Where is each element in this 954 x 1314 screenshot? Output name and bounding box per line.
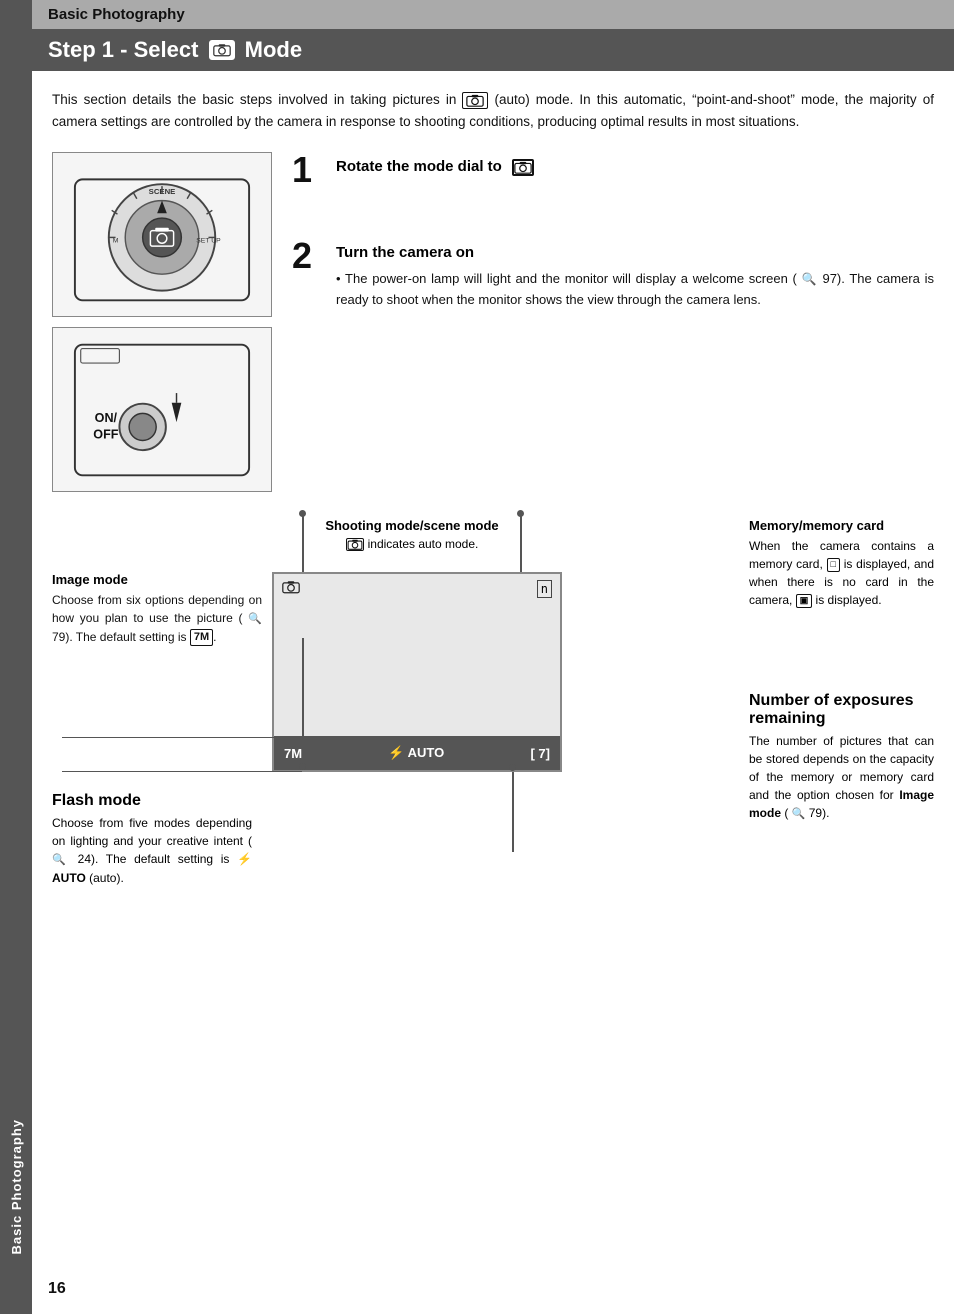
svg-text:SET UP: SET UP bbox=[196, 237, 221, 244]
steps-instructions: 1 Rotate the mode dial to bbox=[292, 152, 934, 492]
camera-screen: n 7M ⚡ AUTO [ 7] bbox=[272, 572, 562, 772]
shooting-mode-text: indicates auto mode. bbox=[312, 537, 512, 551]
connector-flash-h bbox=[62, 771, 302, 773]
exposures-text: The number of pictures that can be store… bbox=[749, 732, 934, 823]
step-header: Step 1 - Select Mode bbox=[32, 29, 954, 71]
steps-section: SCENE SET UP M bbox=[32, 152, 954, 492]
connector-image-mode-v bbox=[302, 638, 304, 738]
screen-exposures: [ 7] bbox=[530, 746, 550, 761]
step-1-content: Rotate the mode dial to bbox=[336, 152, 534, 184]
connector-exposures-v bbox=[512, 772, 514, 852]
image-mode-title: Image mode bbox=[52, 572, 262, 587]
diagram-section: Shooting mode/scene mode indicates auto … bbox=[32, 502, 954, 832]
step-2-number: 2 bbox=[292, 238, 322, 274]
screen-bottom-bar: 7M ⚡ AUTO [ 7] bbox=[274, 736, 560, 770]
step-1: 1 Rotate the mode dial to bbox=[292, 152, 934, 188]
screen-memory-icon: n bbox=[537, 580, 552, 598]
page-number: 16 bbox=[48, 1280, 66, 1298]
memory-card-title: Memory/memory card bbox=[749, 518, 934, 533]
exposures-annotation: Number of exposures remaining The number… bbox=[749, 692, 934, 823]
step-2-title: Turn the camera on bbox=[336, 244, 934, 261]
svg-text:OFF: OFF bbox=[93, 427, 118, 441]
intro-paragraph: This section details the basic steps inv… bbox=[32, 71, 954, 142]
svg-text:ON/: ON/ bbox=[95, 411, 118, 425]
screen-image-mode: 7M bbox=[284, 746, 302, 761]
exposures-title: Number of exposures remaining bbox=[749, 692, 934, 728]
connector-memory-card bbox=[520, 512, 522, 572]
power-switch-diagram: ON/ OFF bbox=[52, 327, 272, 492]
side-tab-label: Basic Photography bbox=[9, 1119, 24, 1254]
flash-mode-title: Flash mode bbox=[52, 792, 252, 810]
auto-mode-icon-intro bbox=[462, 92, 488, 108]
connector-shooting-mode bbox=[302, 512, 304, 572]
side-tab: Basic Photography bbox=[0, 0, 32, 1314]
diagram-with-connectors: Image mode Choose from six options depen… bbox=[52, 572, 934, 772]
section-title: Basic Photography bbox=[48, 6, 185, 23]
step-1-title: Rotate the mode dial to bbox=[336, 158, 534, 176]
screen-flash-mode: ⚡ AUTO bbox=[388, 745, 444, 761]
flash-mode-annotation: Flash mode Choose from five modes depend… bbox=[52, 792, 252, 887]
image-mode-annotation: Image mode Choose from six options depen… bbox=[52, 572, 262, 646]
steps-images: SCENE SET UP M bbox=[52, 152, 272, 492]
shooting-mode-title: Shooting mode/scene mode bbox=[312, 518, 512, 533]
main-content: Basic Photography Step 1 - Select Mode T… bbox=[32, 0, 954, 832]
camera-mode-icon-header bbox=[209, 40, 235, 60]
step-2: 2 Turn the camera on • The power-on lamp… bbox=[292, 238, 934, 311]
camera-mode-icon-step1 bbox=[512, 159, 534, 176]
section-header: Basic Photography bbox=[32, 0, 954, 29]
mode-dial-diagram: SCENE SET UP M bbox=[52, 152, 272, 317]
screen-camera-icon bbox=[282, 580, 300, 599]
step-2-bullet: • The power-on lamp will light and the m… bbox=[336, 269, 934, 311]
step-2-content: Turn the camera on • The power-on lamp w… bbox=[336, 238, 934, 311]
step-1-number: 1 bbox=[292, 152, 322, 188]
image-mode-text: Choose from six options depending on how… bbox=[52, 591, 262, 646]
shooting-mode-annotation: Shooting mode/scene mode indicates auto … bbox=[312, 518, 512, 551]
svg-text:M: M bbox=[113, 237, 119, 244]
camera-screen-container: n 7M ⚡ AUTO [ 7] bbox=[272, 572, 562, 772]
step-title: Step 1 - Select Mode bbox=[48, 37, 302, 63]
flash-mode-text: Choose from five modes depending on ligh… bbox=[52, 814, 252, 887]
left-annotations: Image mode Choose from six options depen… bbox=[52, 572, 262, 662]
connector-image-mode-h bbox=[62, 737, 302, 739]
